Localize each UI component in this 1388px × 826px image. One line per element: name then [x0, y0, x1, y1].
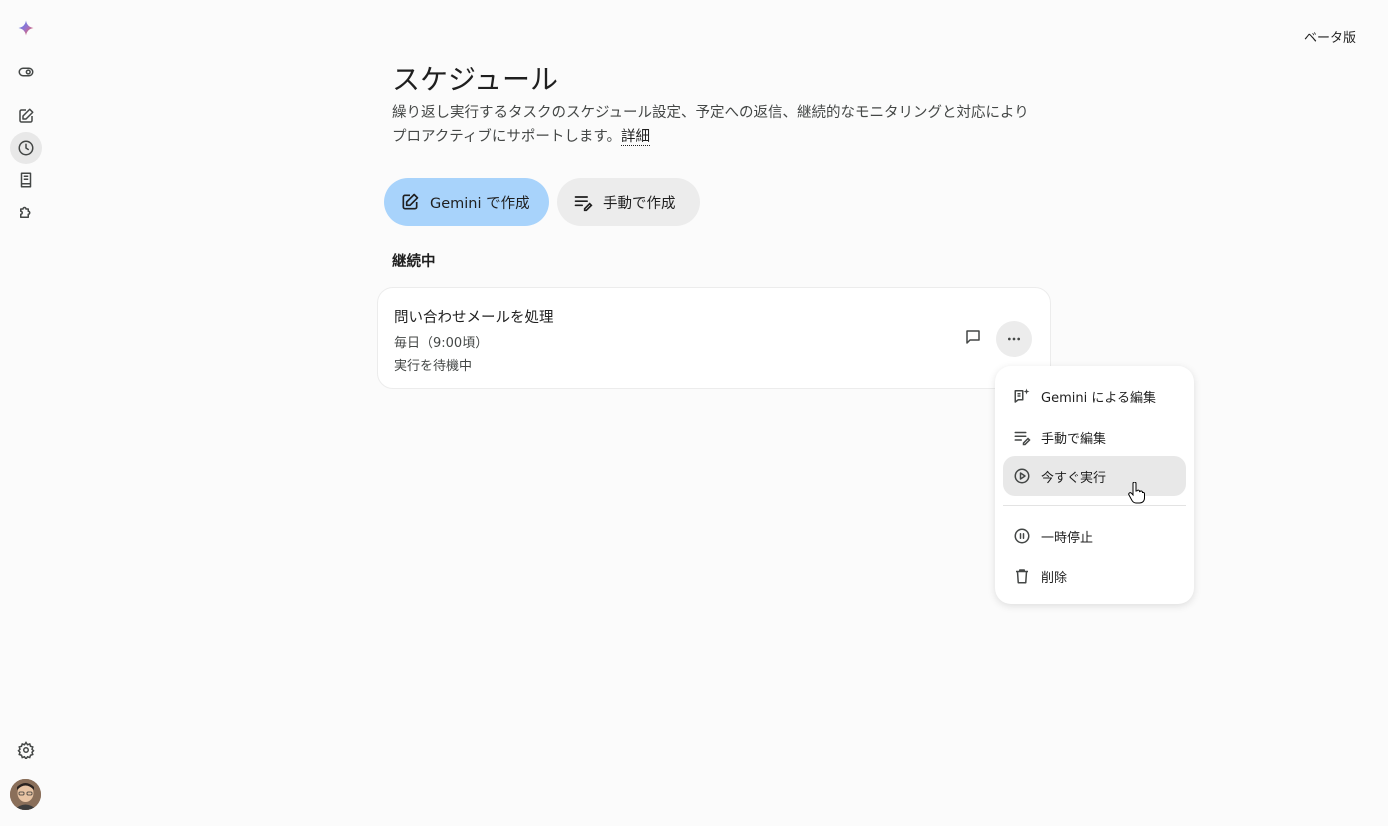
notes-icon[interactable] [10, 164, 42, 196]
scheduled-task-card[interactable]: 問い合わせメールを処理 毎日（9:00頃） 実行を待機中 [377, 287, 1051, 389]
task-status: 実行を待機中 [394, 359, 473, 374]
more-horiz-icon [1008, 337, 1020, 341]
page-description: 繰り返し実行するタスクのスケジュール設定、予定への返信、継続的なモニタリングと対… [392, 101, 1032, 149]
beta-badge: ベータ版 [1303, 31, 1356, 46]
chat-icon[interactable] [962, 326, 984, 348]
edit-icon[interactable] [10, 100, 42, 132]
puzzle-icon[interactable] [10, 196, 42, 228]
sparkle-edit-icon [1014, 388, 1030, 403]
details-link[interactable]: 詳細 [620, 129, 650, 146]
page-title: スケジュール [392, 63, 559, 96]
menu-divider [1003, 505, 1186, 506]
edit-icon [402, 193, 419, 210]
user-avatar[interactable] [10, 779, 41, 810]
menu-item-manual-edit[interactable]: 手動で編集 [1003, 417, 1186, 457]
trash-icon [1016, 569, 1028, 584]
create-manually-button[interactable]: 手動で作成 [557, 178, 700, 226]
settings-gear-icon[interactable] [10, 734, 42, 766]
pause-circle-icon [1014, 528, 1030, 544]
app-root: ベータ版 スケジュール 繰り返し実行するタスクのスケジュール設定、予定への返信、… [0, 0, 1388, 826]
menu-item-delete[interactable]: 削除 [1003, 556, 1186, 596]
task-title: 問い合わせメールを処理 [394, 310, 554, 326]
play-circle-icon [1014, 468, 1030, 484]
menu-item-gemini-edit[interactable]: Gemini による編集 [1003, 376, 1186, 416]
menu-item-label: 削除 [1041, 570, 1068, 586]
task-schedule: 毎日（9:00頃） [394, 336, 489, 351]
manual-edit-icon [1014, 431, 1031, 446]
create-manually-label: 手動で作成 [603, 195, 676, 212]
manual-edit-icon [574, 196, 593, 212]
toggle-icon[interactable] [10, 56, 42, 88]
description-text: 繰り返し実行するタスクのスケジュール設定、予定への返信、継続的なモニタリングと対… [392, 105, 1029, 145]
menu-item-label: 今すぐ実行 [1041, 470, 1107, 486]
create-with-gemini-label: Gemini で作成 [430, 195, 530, 212]
menu-item-pause[interactable]: 一時停止 [1003, 516, 1186, 556]
create-with-gemini-button[interactable]: Gemini で作成 [384, 178, 549, 226]
menu-item-label: Gemini による編集 [1041, 390, 1156, 406]
menu-item-label: 一時停止 [1041, 530, 1094, 546]
menu-item-run-now[interactable]: 今すぐ実行 [1003, 456, 1186, 496]
menu-item-label: 手動で編集 [1041, 431, 1107, 447]
gemini-logo-icon[interactable] [10, 12, 42, 44]
hand-pointer-cursor-icon [1128, 482, 1145, 504]
task-options-menu: Gemini による編集 手動で編集 今すぐ実行 一時停止 削除 [995, 366, 1194, 604]
section-active-label: 継続中 [392, 254, 436, 270]
clock-icon[interactable] [10, 132, 42, 164]
more-options-button[interactable] [996, 321, 1032, 357]
sidebar [0, 0, 52, 826]
